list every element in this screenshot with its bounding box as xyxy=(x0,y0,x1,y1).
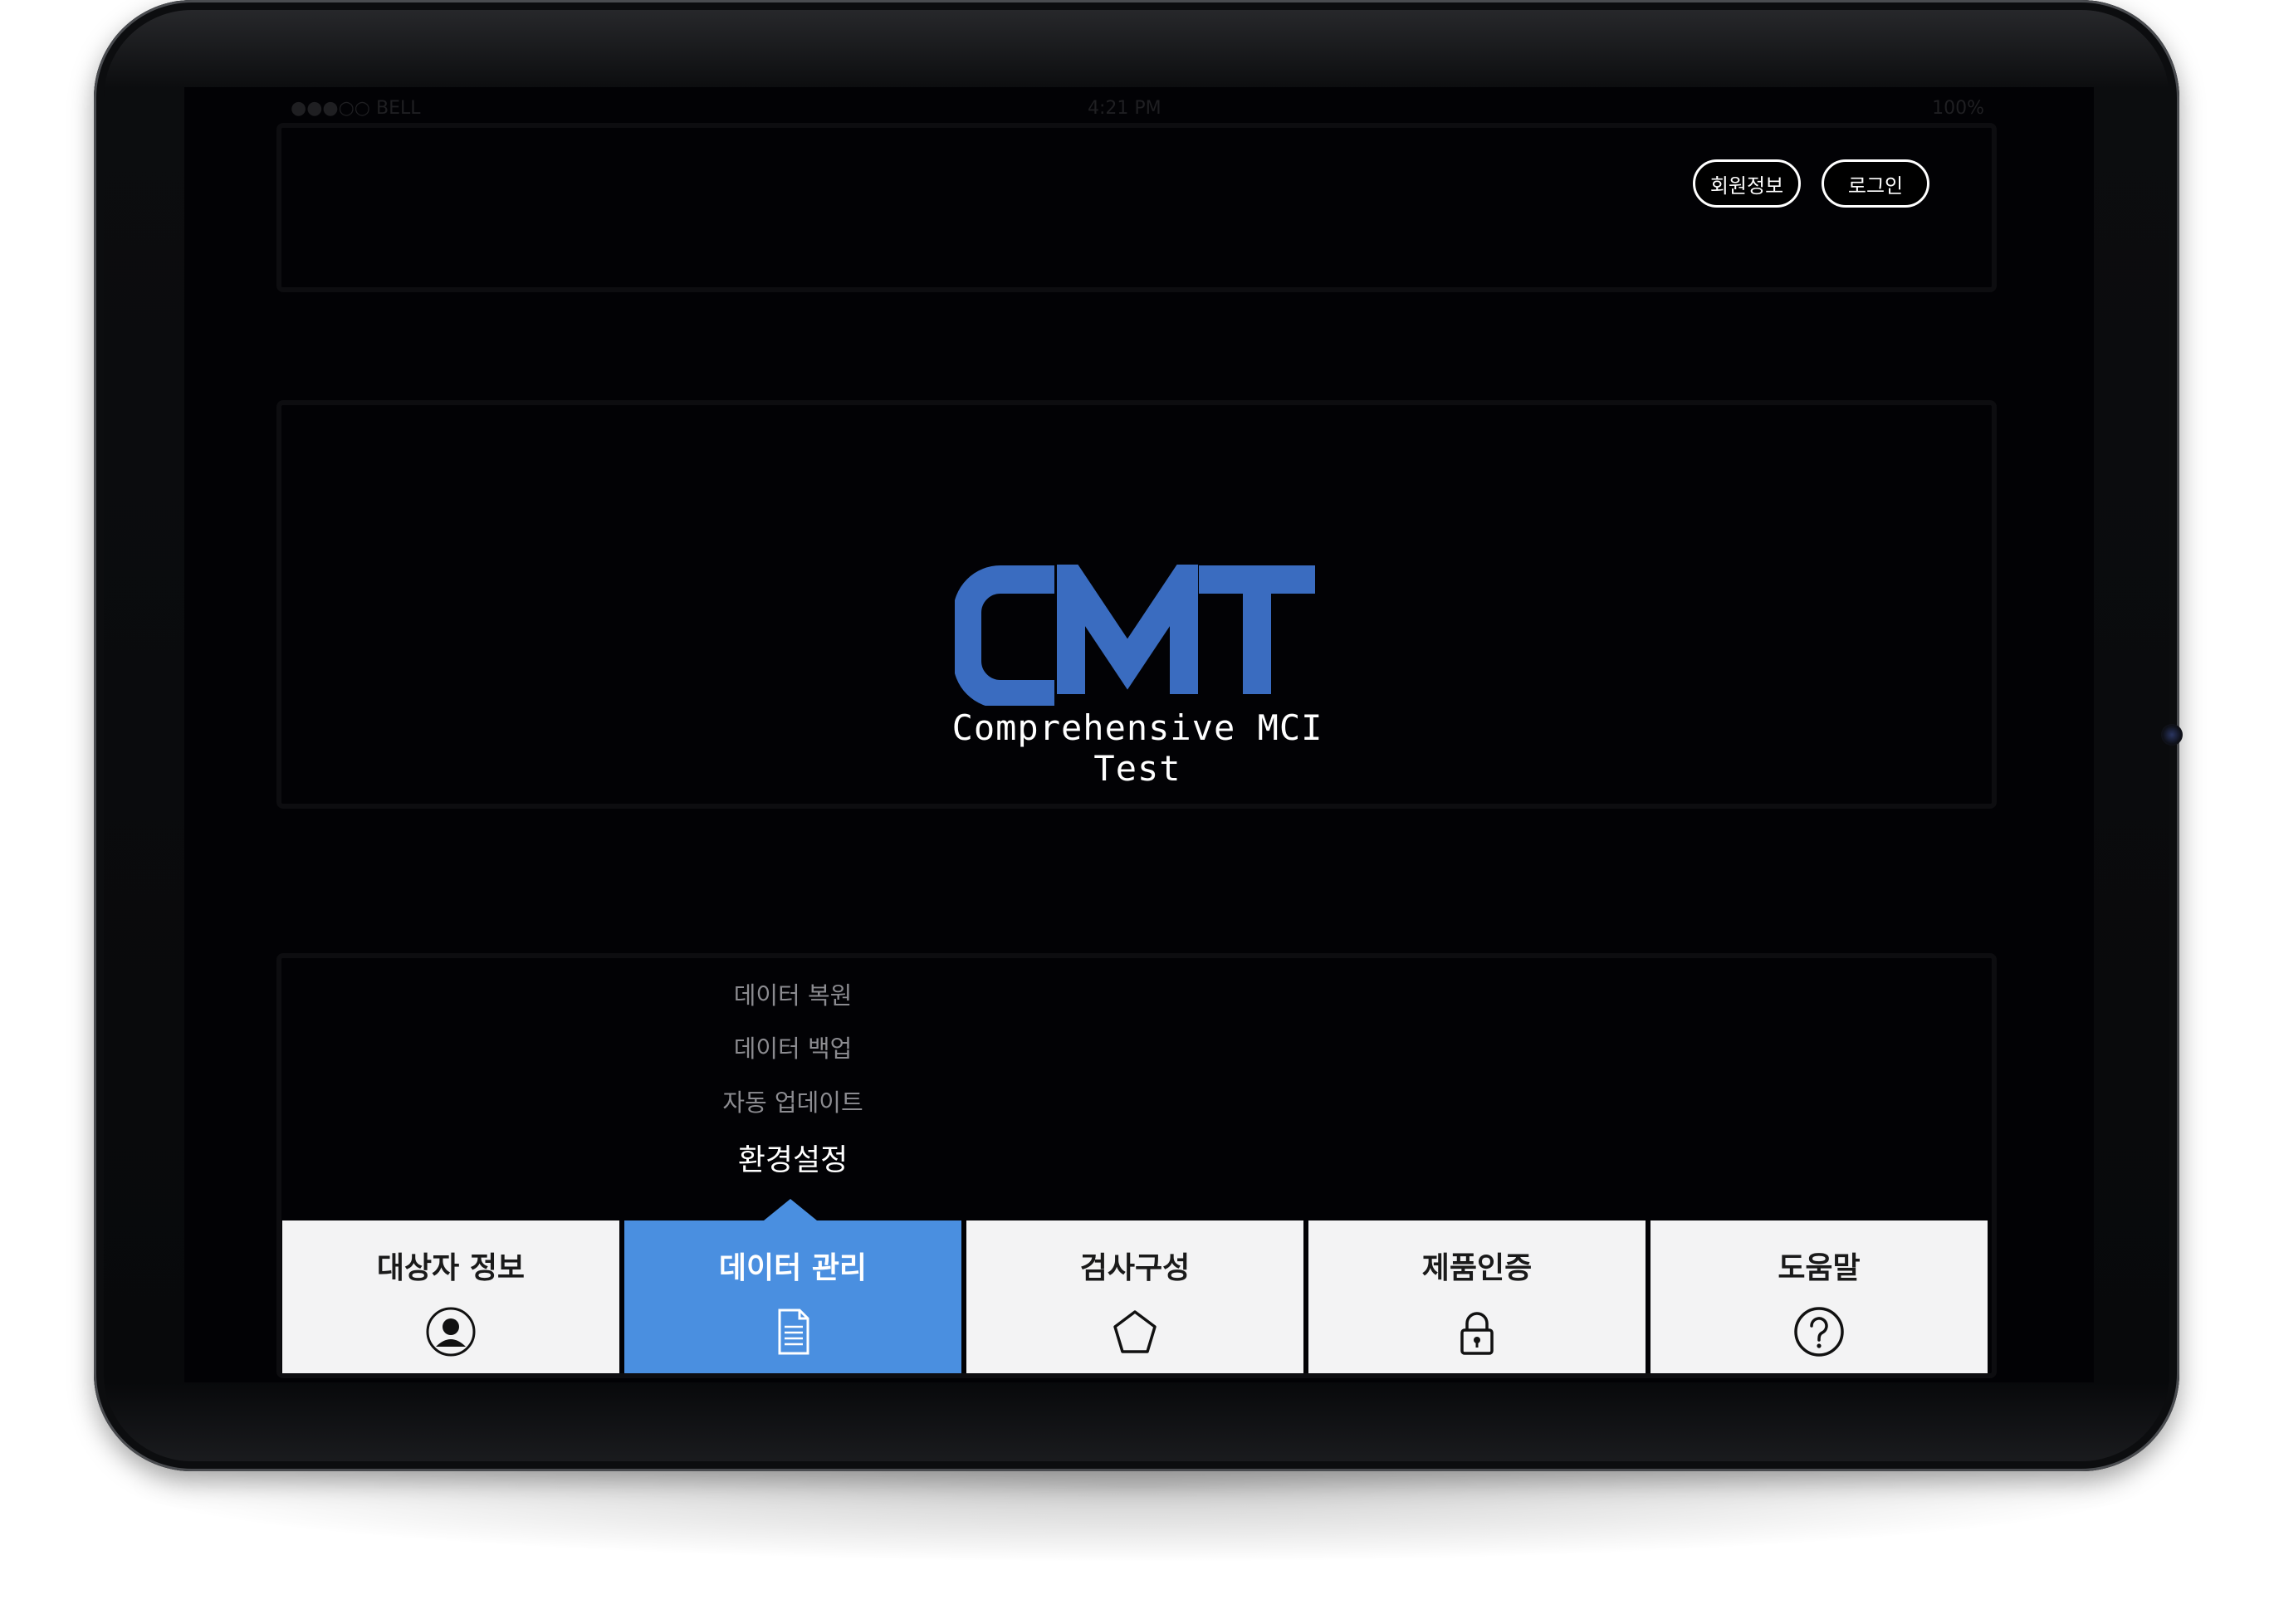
member-info-button[interactable]: 회원정보 xyxy=(1693,159,1801,208)
lock-icon xyxy=(1460,1312,1494,1355)
bottom-tab-bar: 대상자 정보 데이터 관리 검사구성 제품인증 도움말 xyxy=(282,1220,1988,1373)
person-icon xyxy=(426,1307,476,1357)
tab-label: 도움말 xyxy=(1778,1251,1861,1285)
help-icon xyxy=(1794,1307,1844,1357)
pentagon-icon xyxy=(1113,1310,1157,1353)
tab-label: 검사구성 xyxy=(1079,1251,1191,1285)
status-time: 4:21 PM xyxy=(1088,98,1161,119)
dropdown-pointer xyxy=(764,1199,817,1220)
tab-label: 데이터 관리 xyxy=(718,1251,868,1285)
tab-label: 대상자 정보 xyxy=(376,1251,526,1285)
menu-item-data-restore[interactable]: 데이터 복원 xyxy=(681,976,905,1011)
menu-item-data-backup[interactable]: 데이터 백업 xyxy=(681,1030,905,1064)
tab-label: 제품인증 xyxy=(1421,1251,1533,1285)
battery-level: 100% xyxy=(1932,98,1984,119)
tab-data-management[interactable]: 데이터 관리 xyxy=(624,1220,961,1373)
status-bar: ●●●○○ BELL 4:21 PM 100% xyxy=(291,98,1984,123)
logo-tagline: Comprehensive MCI Test xyxy=(951,707,1323,789)
login-button[interactable]: 로그인 xyxy=(1822,159,1929,208)
tab-product-certification[interactable]: 제품인증 xyxy=(1308,1220,1646,1373)
menu-item-settings[interactable]: 환경설정 xyxy=(681,1136,905,1179)
tab-subject-info[interactable]: 대상자 정보 xyxy=(282,1220,619,1373)
tab-test-setup[interactable]: 검사구성 xyxy=(966,1220,1303,1373)
document-icon xyxy=(778,1308,809,1355)
carrier-signal: ●●●○○ BELL xyxy=(291,98,421,119)
cmt-logo xyxy=(955,565,1315,706)
camera xyxy=(2161,724,2183,746)
menu-item-auto-update[interactable]: 자동 업데이트 xyxy=(681,1083,905,1118)
tab-help[interactable]: 도움말 xyxy=(1650,1220,1988,1373)
header-panel xyxy=(276,123,1997,292)
